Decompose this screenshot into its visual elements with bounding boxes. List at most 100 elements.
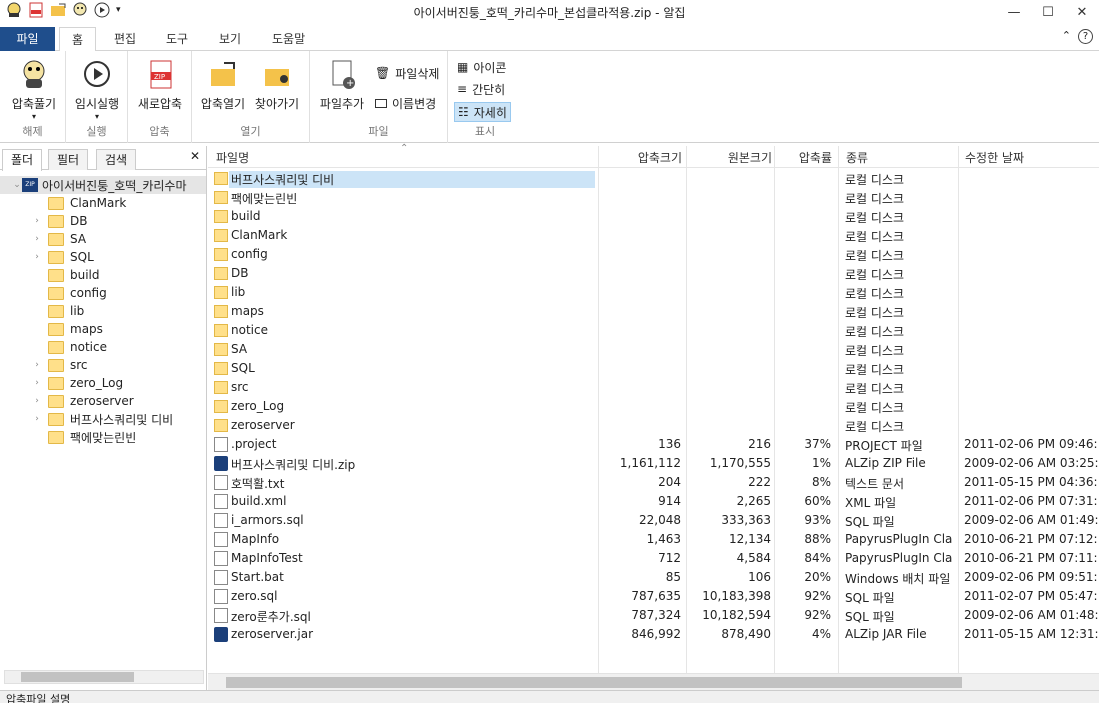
file-row[interactable]: ClanMark 로컬 디스크 (208, 226, 1099, 245)
file-ratio: 93% (804, 513, 831, 527)
file-row[interactable]: DB 로컬 디스크 (208, 264, 1099, 283)
tab-tools[interactable]: 도구 (154, 27, 200, 51)
expand-icon[interactable]: › (32, 378, 42, 388)
tab-filter[interactable]: 필터 (48, 149, 89, 170)
collapse-ribbon-icon[interactable]: ⌃ (1062, 29, 1071, 42)
tree-item[interactable]: maps (0, 320, 206, 338)
tab-home[interactable]: 홈 (59, 27, 97, 52)
file-row[interactable]: notice 로컬 디스크 (208, 321, 1099, 340)
tab-edit[interactable]: 편집 (102, 27, 148, 51)
document-icon (214, 570, 228, 585)
tree-item[interactable]: › zero_Log (0, 374, 206, 392)
file-date: 2009-02-06 AM 03:25:... (964, 456, 1098, 470)
open-archive-button[interactable]: 압축열기 (198, 59, 248, 112)
collapse-icon[interactable]: ⌄ (12, 180, 22, 190)
file-row[interactable]: 버프사스쿼리및 디비.zip 1,161,112 1,170,555 1% ALZip … (208, 454, 1099, 473)
column-type[interactable]: 종류 (846, 149, 868, 166)
file-type: 로컬 디스크 (845, 420, 905, 434)
file-type: 로컬 디스크 (845, 192, 905, 206)
file-row[interactable]: SQL 로컬 디스크 (208, 359, 1099, 378)
file-row[interactable]: lib 로컬 디스크 (208, 283, 1099, 302)
tree-item[interactable]: › 버프사스쿼리및 디비 (0, 410, 206, 428)
file-row[interactable]: Start.bat 85 106 20% Windows 배치 파일 2009-02-06… (208, 568, 1099, 587)
file-row[interactable]: MapInfoTest 712 4,584 84% PapyrusPlugIn Cla.… (208, 549, 1099, 568)
tree-item[interactable]: › SQL (0, 248, 206, 266)
expand-icon[interactable]: › (32, 414, 42, 424)
file-row[interactable]: 버프사스쿼리및 디비 로컬 디스크 (208, 169, 1099, 188)
file-row[interactable]: zero.sql 787,635 10,183,398 92% SQL 파일 2011-0… (208, 587, 1099, 606)
tree-item[interactable]: 팩에맞는린빈 (0, 428, 206, 446)
file-row[interactable]: config 로컬 디스크 (208, 245, 1099, 264)
column-packed[interactable]: 압축크기 (598, 149, 682, 166)
tree-horizontal-scrollbar[interactable] (4, 670, 204, 684)
column-name[interactable]: 파일명 (216, 149, 249, 166)
file-row[interactable]: build 로컬 디스크 (208, 207, 1099, 226)
tab-file[interactable]: 파일 (0, 27, 55, 51)
temp-run-button[interactable]: 임시실행 ▾ (70, 59, 124, 121)
column-original[interactable]: 원본크기 (686, 149, 772, 166)
file-date: 2011-05-15 AM 12:31:... (964, 627, 1098, 641)
file-list-horizontal-scrollbar[interactable] (208, 673, 1099, 690)
minimize-button[interactable]: — (997, 0, 1031, 24)
expand-icon[interactable]: › (32, 252, 42, 262)
file-row[interactable]: i_armors.sql 22,048 333,363 93% SQL 파일 2009-0… (208, 511, 1099, 530)
tab-folder[interactable]: 폴더 (2, 149, 43, 171)
file-row[interactable]: zero_Log 로컬 디스크 (208, 397, 1099, 416)
column-date[interactable]: 수정한 날짜 (965, 149, 1024, 166)
column-ratio[interactable]: 압축률 (774, 149, 832, 166)
folder-icon (214, 286, 228, 299)
tab-help[interactable]: 도움말 (260, 27, 317, 51)
document-icon (214, 608, 228, 623)
rename-button[interactable]: 이름변경 (372, 93, 439, 113)
svg-text:ZIP: ZIP (154, 73, 165, 81)
expand-icon[interactable]: › (32, 396, 42, 406)
file-original-size: 106 (748, 570, 771, 584)
view-icon-button[interactable]: ▦ 아이콘 (454, 57, 509, 77)
tree-item[interactable]: build (0, 266, 206, 284)
add-file-button[interactable]: + 파일추가 (316, 59, 368, 112)
close-button[interactable]: ✕ (1065, 0, 1099, 24)
tree-item[interactable]: notice (0, 338, 206, 356)
file-row[interactable]: zeroserver.jar 846,992 878,490 4% ALZip JAR … (208, 625, 1099, 644)
file-date: 2011-02-06 PM 07:31:... (964, 494, 1098, 508)
tree-item[interactable]: › DB (0, 212, 206, 230)
file-row[interactable]: zero룬추가.sql 787,324 10,182,594 92% SQL 파일 200… (208, 606, 1099, 625)
tree-item[interactable]: config (0, 284, 206, 302)
file-name: DB (231, 266, 249, 280)
go-to-button[interactable]: 찾아가기 (252, 59, 302, 112)
tree-item-label: maps (70, 322, 103, 336)
expand-icon[interactable]: › (32, 360, 42, 370)
delete-file-button[interactable]: 🗑 파일삭제 (372, 63, 442, 83)
view-simple-button[interactable]: ≡ 간단히 (454, 79, 508, 99)
tree-item[interactable]: › src (0, 356, 206, 374)
file-row[interactable]: 팩에맞는린빈 로컬 디스크 (208, 188, 1099, 207)
view-detail-button[interactable]: ☷ 자세히 (454, 102, 511, 122)
file-row[interactable]: MapInfo 1,463 12,134 88% PapyrusPlugIn Cla..… (208, 530, 1099, 549)
tree-item[interactable]: ClanMark (0, 194, 206, 212)
file-row[interactable]: maps 로컬 디스크 (208, 302, 1099, 321)
file-row[interactable]: src 로컬 디스크 (208, 378, 1099, 397)
help-icon[interactable]: ? (1078, 29, 1093, 44)
file-row[interactable]: 호떡활.txt 204 222 8% 텍스트 문서 2011-05-15 PM 04:36… (208, 473, 1099, 492)
file-row[interactable]: zeroserver 로컬 디스크 (208, 416, 1099, 435)
tree-item[interactable]: › SA (0, 230, 206, 248)
file-row[interactable]: .project 136 216 37% PROJECT 파일 2011-02-06 PM… (208, 435, 1099, 454)
tree-root[interactable]: ⌄ ZIP 아이서버진퉁_호떡_카리수마 (0, 176, 206, 194)
tab-view[interactable]: 보기 (207, 27, 253, 51)
close-pane-icon[interactable]: ✕ (190, 149, 200, 163)
maximize-button[interactable]: ☐ (1031, 0, 1065, 24)
tree-item[interactable]: lib (0, 302, 206, 320)
folder-icon (214, 172, 228, 185)
file-ratio: 1% (811, 456, 831, 470)
new-compress-button[interactable]: ZIP 새로압축 (132, 59, 188, 112)
folder-icon (214, 419, 228, 432)
expand-icon[interactable]: › (32, 234, 42, 244)
file-row[interactable]: SA 로컬 디스크 (208, 340, 1099, 359)
tree-item[interactable]: › zeroserver (0, 392, 206, 410)
tree-item-label: build (70, 268, 100, 282)
expand-icon[interactable]: › (32, 216, 42, 226)
file-packed-size: 1,161,112 (619, 456, 681, 470)
extract-button[interactable]: 압축풀기 ▾ (6, 59, 62, 121)
file-row[interactable]: build.xml 914 2,265 60% XML 파일 2011-02-06 PM … (208, 492, 1099, 511)
tab-search[interactable]: 검색 (96, 149, 137, 170)
